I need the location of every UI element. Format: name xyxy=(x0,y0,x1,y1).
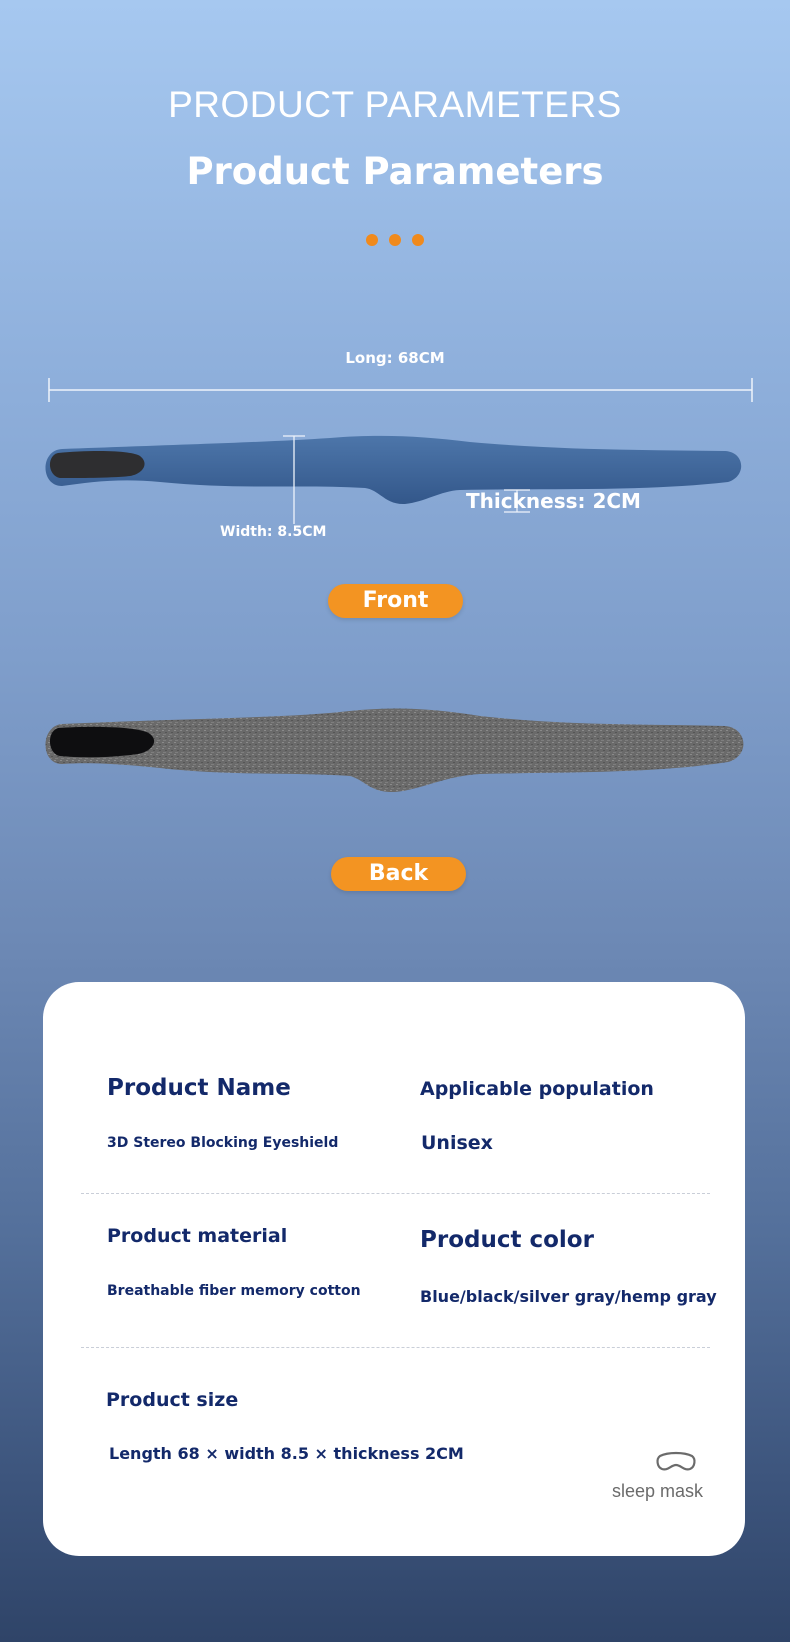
product-color-label: Product color xyxy=(420,1227,594,1253)
brand-text: sleep mask xyxy=(612,1481,704,1501)
length-dimension-label: Long: 68CM xyxy=(345,349,445,367)
front-eye-mask-image xyxy=(45,435,742,505)
dot xyxy=(389,234,401,246)
product-name-label: Product Name xyxy=(107,1075,291,1101)
sleep-mask-icon xyxy=(656,1451,696,1471)
product-size-value: Length 68 × width 8.5 × thickness 2CM xyxy=(109,1444,464,1463)
page-title: Product Parameters xyxy=(186,150,604,193)
applicable-population-label: Applicable population xyxy=(420,1078,654,1100)
product-size-label: Product size xyxy=(106,1389,239,1411)
page-title-caps: PRODUCT PARAMETERS xyxy=(168,84,622,125)
back-view-badge: Back xyxy=(331,857,466,891)
specifications-card xyxy=(43,982,745,1556)
width-dimension-label: Width: 8.5CM xyxy=(220,524,327,540)
product-material-value: Breathable fiber memory cotton xyxy=(107,1283,361,1299)
divider xyxy=(81,1347,710,1348)
applicable-population-value: Unisex xyxy=(421,1132,493,1154)
back-eye-mask-image xyxy=(45,708,744,793)
product-material-label: Product material xyxy=(107,1225,288,1247)
product-name-value: 3D Stereo Blocking Eyeshield xyxy=(107,1135,339,1151)
dot xyxy=(366,234,378,246)
dot xyxy=(412,234,424,246)
width-dimension-line xyxy=(283,435,305,524)
decorative-dots xyxy=(0,234,790,246)
divider xyxy=(81,1193,710,1194)
thickness-dimension-label: Thickness: 2CM xyxy=(466,489,641,513)
product-color-value: Blue/black/silver gray/hemp gray xyxy=(420,1287,717,1306)
length-dimension-line xyxy=(48,378,753,402)
front-view-badge: Front xyxy=(328,584,463,618)
